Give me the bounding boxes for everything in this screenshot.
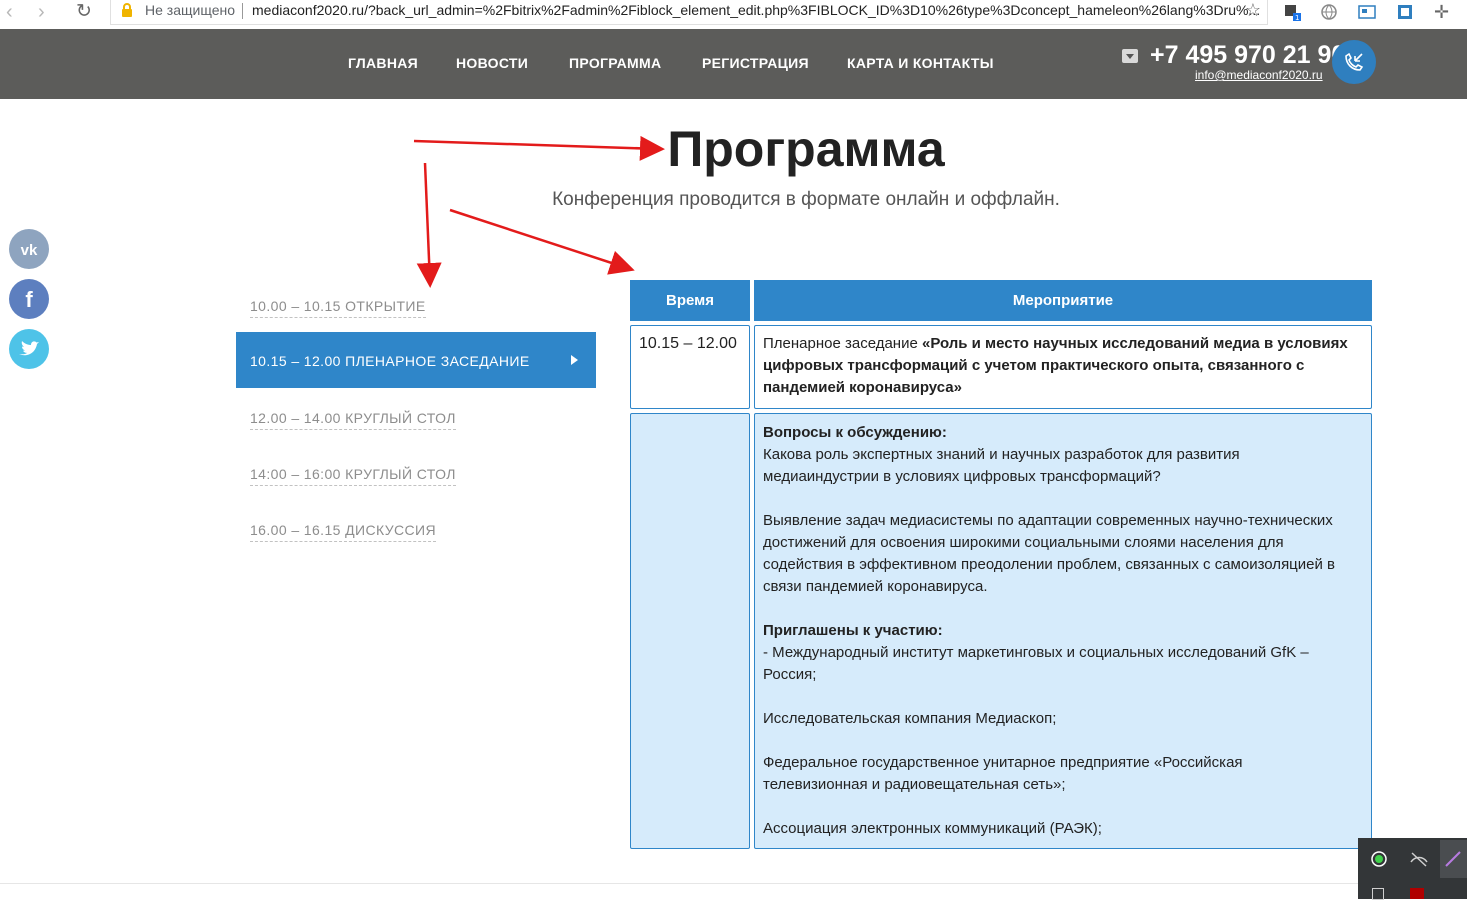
schedule-item-discussion[interactable]: 16.00 – 16.15 ДИСКУССИЯ — [250, 522, 436, 542]
pen-icon — [1445, 851, 1461, 867]
schedule-item-opening[interactable]: 10.00 – 10.15 ОТКРЫТИЕ — [250, 298, 426, 318]
table-cell-details: Вопросы к обсуждению: Какова роль экспер… — [754, 413, 1372, 849]
annotation-arrow-schedule — [416, 162, 442, 288]
time-value: 10.15 – 12.00 — [639, 335, 737, 352]
table-header-time: Время — [630, 280, 750, 321]
pen-tool-button[interactable] — [1440, 840, 1467, 878]
invited-1: - Международный институт маркетинговых и… — [763, 644, 1309, 683]
annotation-arrow-title — [413, 135, 665, 161]
question-1: Какова роль экспертных знаний и научных … — [763, 446, 1240, 485]
hide-eye-icon[interactable] — [1409, 850, 1429, 868]
table-cell-time-empty — [630, 413, 750, 849]
table-cell-time: 10.15 – 12.00 — [630, 325, 750, 409]
questions-heading: Вопросы к обсуждению: — [763, 424, 947, 441]
schedule-item-round-table-1[interactable]: 12.00 – 14.00 КРУГЛЫЙ СТОЛ — [250, 410, 456, 430]
floating-toolbar — [1358, 838, 1467, 900]
table-cell-event: Пленарное заседание «Роль и место научны… — [754, 325, 1372, 409]
copy-icon[interactable] — [1372, 888, 1384, 900]
invited-heading: Приглашены к участию: — [763, 622, 943, 639]
footer-divider — [0, 883, 1360, 884]
invited-2: Исследовательская компания Медиаскоп; — [763, 710, 1057, 727]
schedule-item-label: 10.15 – 12.00 ПЛЕНАРНОЕ ЗАСЕДАНИЕ — [250, 353, 530, 369]
event-prefix: Пленарное заседание — [763, 335, 922, 352]
triangle-right-icon — [571, 355, 578, 365]
annotation-arrow-table — [449, 208, 635, 275]
app-icon[interactable] — [1410, 888, 1424, 899]
invited-4: Ассоциация электронных коммуникаций (РАЭ… — [763, 820, 1102, 837]
schedule-item-plenary[interactable]: 10.15 – 12.00 ПЛЕНАРНОЕ ЗАСЕДАНИЕ — [236, 332, 596, 388]
record-icon[interactable] — [1370, 850, 1388, 868]
invited-3: Федеральное государственное унитарное пр… — [763, 754, 1243, 793]
question-2: Выявление задач медиасистемы по адаптаци… — [763, 512, 1336, 595]
event-title: Пленарное заседание «Роль и место научны… — [763, 333, 1359, 399]
table-header-event: Мероприятие — [754, 280, 1372, 321]
schedule-item-round-table-2[interactable]: 14:00 – 16:00 КРУГЛЫЙ СТОЛ — [250, 466, 456, 486]
